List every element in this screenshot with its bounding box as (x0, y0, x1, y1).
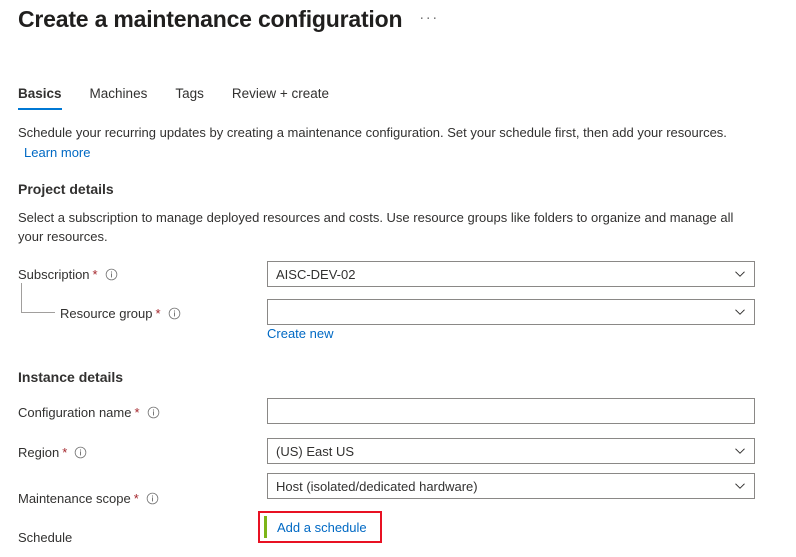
learn-more-link[interactable]: Learn more (24, 145, 90, 160)
tab-bar: Basics Machines Tags Review + create (18, 84, 357, 110)
info-icon[interactable] (168, 307, 181, 320)
green-accent-bar (264, 516, 267, 538)
subscription-dropdown[interactable]: AISC-DEV-02 (267, 261, 755, 287)
maintenance-scope-label-group: Maintenance scope * (18, 491, 159, 506)
tab-review-create[interactable]: Review + create (232, 84, 343, 110)
subscription-value: AISC-DEV-02 (276, 267, 734, 282)
page-header: Create a maintenance configuration ··· (18, 6, 442, 33)
instance-details-heading: Instance details (18, 369, 123, 385)
required-asterisk: * (134, 406, 139, 419)
configuration-name-label: Configuration name (18, 405, 131, 420)
maintenance-scope-dropdown[interactable]: Host (isolated/dedicated hardware) (267, 473, 755, 499)
resource-group-label: Resource group (60, 306, 153, 321)
info-icon[interactable] (147, 406, 160, 419)
required-asterisk: * (62, 446, 67, 459)
required-asterisk: * (134, 492, 139, 505)
maintenance-scope-label: Maintenance scope (18, 491, 131, 506)
schedule-label: Schedule (18, 530, 72, 545)
intro-text: Schedule your recurring updates by creat… (18, 123, 758, 142)
required-asterisk: * (156, 307, 161, 320)
resource-group-label-group: Resource group * (60, 306, 181, 321)
learn-more-wrapper: Learn more (24, 143, 90, 162)
schedule-label-group: Schedule (18, 530, 72, 545)
tab-basics[interactable]: Basics (18, 84, 76, 110)
more-options-icon[interactable]: ··· (416, 9, 442, 31)
subscription-label: Subscription (18, 267, 90, 282)
tab-machines[interactable]: Machines (90, 84, 162, 110)
configuration-name-label-group: Configuration name * (18, 405, 160, 420)
info-icon[interactable] (105, 268, 118, 281)
add-schedule-highlight-box: Add a schedule (258, 511, 382, 543)
create-new-wrapper: Create new (267, 326, 333, 341)
create-new-resource-group-link[interactable]: Create new (267, 326, 333, 341)
required-asterisk: * (93, 268, 98, 281)
info-icon[interactable] (146, 492, 159, 505)
add-a-schedule-link[interactable]: Add a schedule (277, 520, 367, 535)
resource-group-dropdown[interactable] (267, 299, 755, 325)
chevron-down-icon (734, 306, 746, 318)
region-value: (US) East US (276, 444, 734, 459)
subscription-label-group: Subscription * (18, 267, 118, 282)
resource-group-tree-connector (21, 283, 55, 313)
maintenance-scope-value: Host (isolated/dedicated hardware) (276, 479, 734, 494)
schedule-row: Schedule (18, 525, 778, 549)
chevron-down-icon (734, 268, 746, 280)
tab-tags[interactable]: Tags (175, 84, 218, 110)
project-details-heading: Project details (18, 181, 114, 197)
region-dropdown[interactable]: (US) East US (267, 438, 755, 464)
configuration-name-input[interactable] (267, 398, 755, 424)
chevron-down-icon (734, 445, 746, 457)
chevron-down-icon (734, 480, 746, 492)
project-details-description: Select a subscription to manage deployed… (18, 208, 760, 246)
info-icon[interactable] (74, 446, 87, 459)
page-title: Create a maintenance configuration (18, 6, 402, 33)
region-label: Region (18, 445, 59, 460)
region-label-group: Region * (18, 445, 87, 460)
